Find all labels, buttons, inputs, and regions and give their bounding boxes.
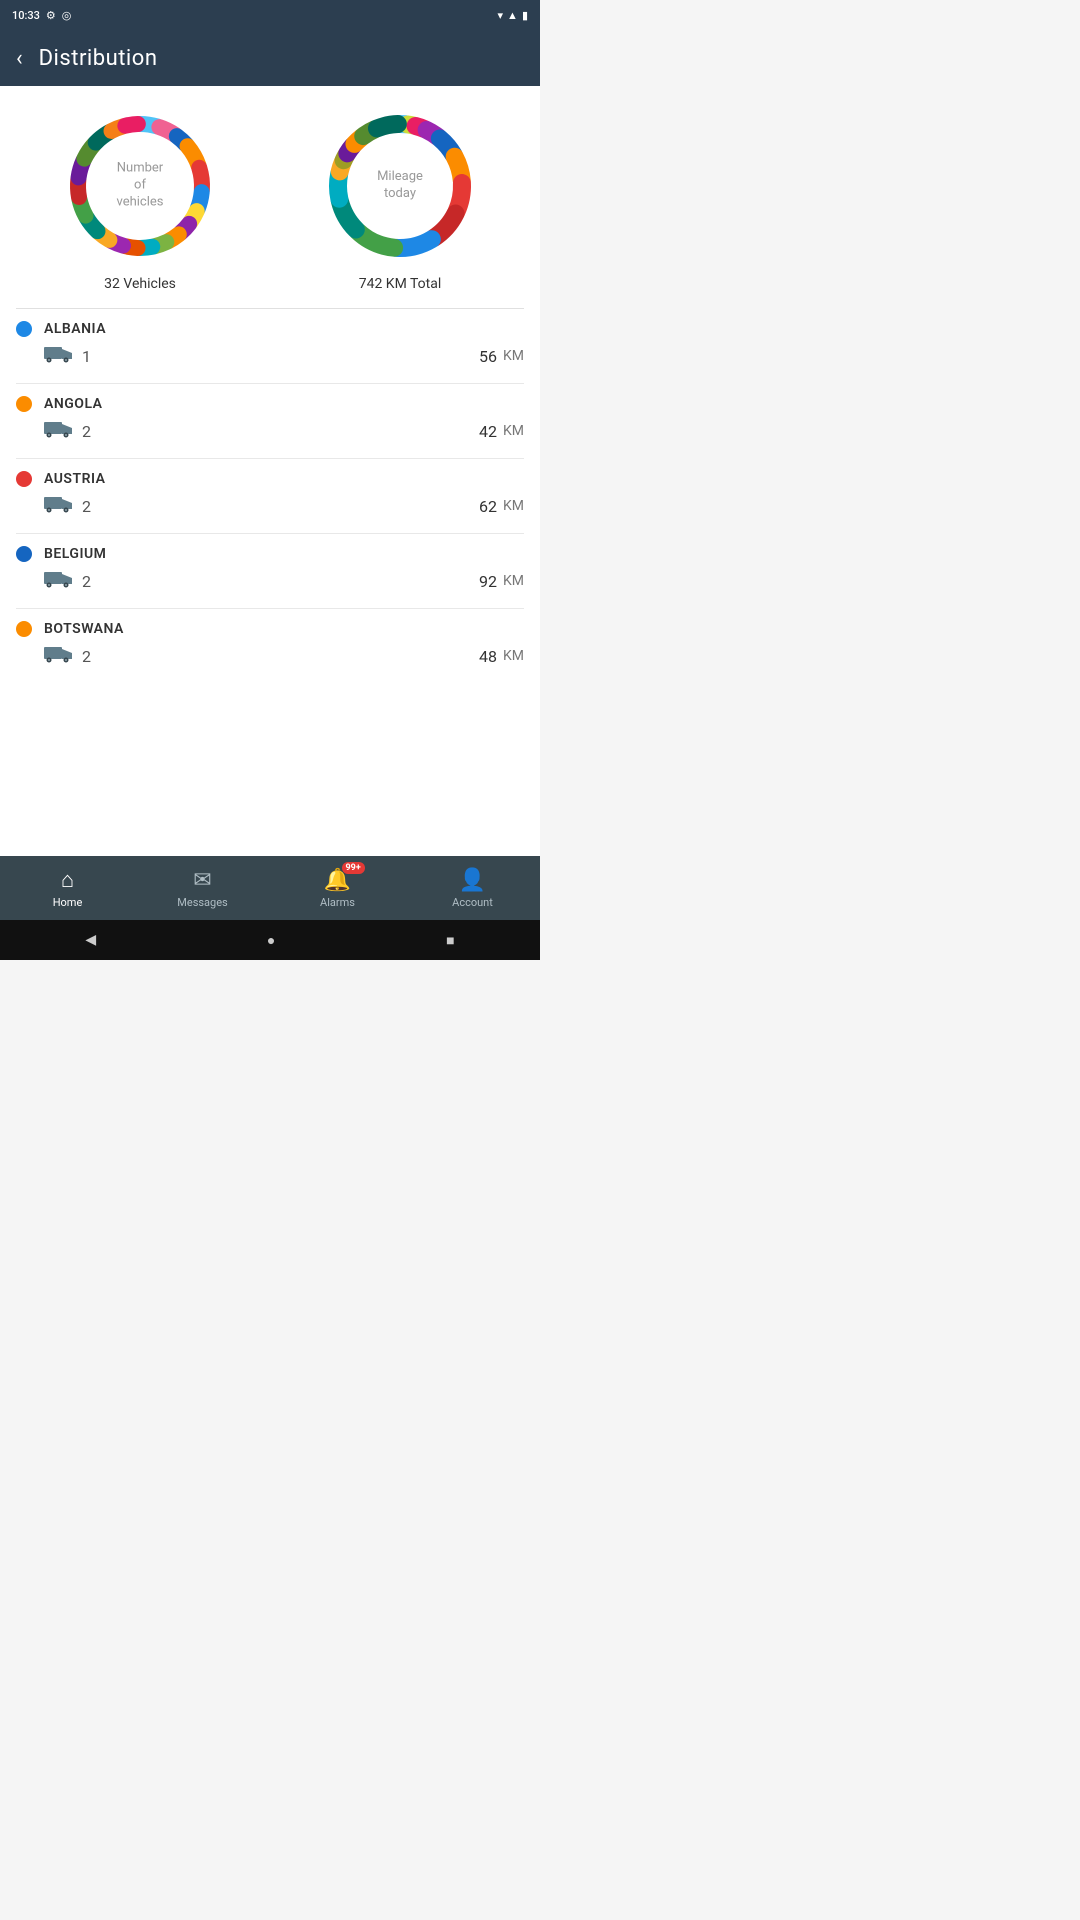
nav-messages[interactable]: ✉ Messages <box>135 856 270 920</box>
country-dot <box>16 471 32 487</box>
nav-account-label: Account <box>452 896 493 909</box>
country-name: BOTSWANA <box>44 621 124 637</box>
mileage-chart: Mileagetoday 742 KM Total <box>320 106 480 292</box>
android-recent[interactable]: ■ <box>446 932 454 949</box>
nav-alarms-label: Alarms <box>320 896 355 909</box>
mileage-value: 62 <box>479 497 497 516</box>
country-header: BELGIUM <box>16 546 524 562</box>
list-item: AUSTRIA 2 <box>0 459 540 533</box>
vehicle-info: 1 <box>44 343 91 369</box>
list-item: BOTSWANA 2 <box>0 609 540 683</box>
mileage-total: 742 KM Total <box>359 276 442 292</box>
list-item: BELGIUM 2 <box>0 534 540 608</box>
status-bar: 10:33 ⚙ ◎ ▾ ▲ ▮ <box>0 0 540 30</box>
vehicles-chart: Numberofvehicles 32 Vehicles <box>60 106 220 292</box>
messages-icon: ✉ <box>193 868 211 893</box>
settings-icon: ⚙ <box>46 9 56 22</box>
nav-home-label: Home <box>53 896 83 909</box>
mileage-unit: KM <box>503 423 524 439</box>
vehicles-donut: Numberofvehicles <box>60 106 220 266</box>
mileage-value: 92 <box>479 572 497 591</box>
android-back[interactable]: ◀ <box>85 932 96 948</box>
vehicle-count: 2 <box>82 497 91 516</box>
country-name: AUSTRIA <box>44 471 105 487</box>
nav-account[interactable]: 👤 Account <box>405 856 540 920</box>
country-details: 1 56 KM <box>16 343 524 379</box>
mileage-donut: Mileagetoday <box>320 106 480 266</box>
country-dot <box>16 546 32 562</box>
truck-icon <box>44 643 72 669</box>
mileage-info: 92 KM <box>479 572 524 591</box>
list-item: ALBANIA 1 <box>0 309 540 383</box>
vehicles-total: 32 Vehicles <box>104 276 176 292</box>
country-name: ANGOLA <box>44 396 103 412</box>
at-icon: ◎ <box>62 9 72 22</box>
country-details: 2 62 KM <box>16 493 524 529</box>
truck-icon <box>44 343 72 369</box>
signal-icon: ▲ <box>507 9 518 22</box>
home-icon: ⌂ <box>61 867 74 893</box>
content-area: Numberofvehicles 32 Vehicles Mileagetoda… <box>0 86 540 856</box>
country-header: ANGOLA <box>16 396 524 412</box>
country-details: 2 42 KM <box>16 418 524 454</box>
vehicle-count: 2 <box>82 572 91 591</box>
country-header: AUSTRIA <box>16 471 524 487</box>
mileage-unit: KM <box>503 348 524 364</box>
nav-messages-label: Messages <box>177 896 227 909</box>
android-nav: ◀ ● ■ <box>0 920 540 960</box>
mileage-unit: KM <box>503 648 524 664</box>
mileage-info: 62 KM <box>479 497 524 516</box>
mileage-value: 56 <box>479 347 497 366</box>
mileage-info: 48 KM <box>479 647 524 666</box>
list-item: ANGOLA 2 <box>0 384 540 458</box>
vehicle-count: 2 <box>82 647 91 666</box>
mileage-value: 48 <box>479 647 497 666</box>
country-name: ALBANIA <box>44 321 106 337</box>
nav-alarms[interactable]: 99+ 🔔 Alarms <box>270 856 405 920</box>
mileage-value: 42 <box>479 422 497 441</box>
header: ‹ Distribution <box>0 30 540 86</box>
battery-icon: ▮ <box>522 9 528 22</box>
vehicle-info: 2 <box>44 418 91 444</box>
vehicle-count: 2 <box>82 422 91 441</box>
country-details: 2 92 KM <box>16 568 524 604</box>
vehicle-info: 2 <box>44 568 91 594</box>
charts-section: Numberofvehicles 32 Vehicles Mileagetoda… <box>0 86 540 308</box>
time: 10:33 <box>12 9 40 22</box>
country-name: BELGIUM <box>44 546 106 562</box>
vehicle-info: 2 <box>44 493 91 519</box>
mileage-unit: KM <box>503 573 524 589</box>
page-title: Distribution <box>39 46 158 71</box>
truck-icon <box>44 493 72 519</box>
android-home[interactable]: ● <box>267 932 275 949</box>
mileage-info: 56 KM <box>479 347 524 366</box>
country-dot <box>16 621 32 637</box>
country-dot <box>16 321 32 337</box>
back-button[interactable]: ‹ <box>16 46 23 71</box>
vehicle-count: 1 <box>82 347 91 366</box>
truck-icon <box>44 418 72 444</box>
mileage-unit: KM <box>503 498 524 514</box>
wifi-icon: ▾ <box>498 9 504 22</box>
country-dot <box>16 396 32 412</box>
country-header: BOTSWANA <box>16 621 524 637</box>
vehicle-info: 2 <box>44 643 91 669</box>
nav-home[interactable]: ⌂ Home <box>0 856 135 920</box>
mileage-info: 42 KM <box>479 422 524 441</box>
country-list: ALBANIA 1 <box>0 309 540 683</box>
country-details: 2 48 KM <box>16 643 524 679</box>
alarms-badge: 99+ <box>342 862 365 874</box>
account-icon: 👤 <box>459 868 486 893</box>
bottom-nav: ⌂ Home ✉ Messages 99+ 🔔 Alarms 👤 Account <box>0 856 540 920</box>
country-header: ALBANIA <box>16 321 524 337</box>
truck-icon <box>44 568 72 594</box>
